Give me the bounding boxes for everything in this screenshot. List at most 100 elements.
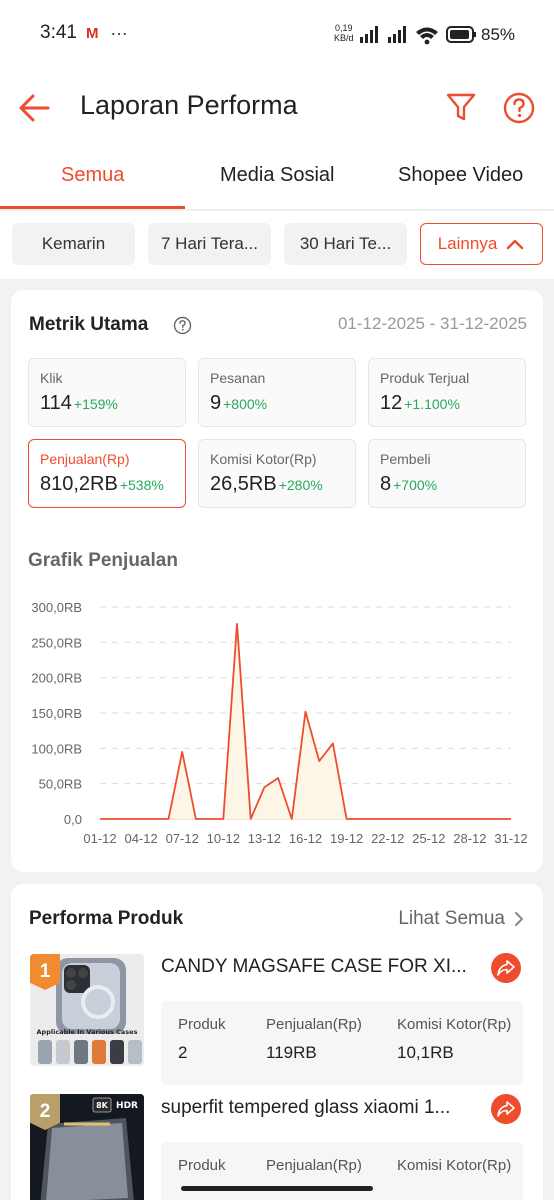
wifi-icon xyxy=(416,27,438,45)
battery-icon xyxy=(446,26,476,43)
x-tick-label: 04-12 xyxy=(124,831,157,846)
chip-30-hari[interactable]: 30 Hari Te... xyxy=(284,223,407,265)
chip-lainnya[interactable]: Lainnya xyxy=(420,223,543,265)
see-all-link[interactable]: Lihat Semua xyxy=(398,908,527,930)
rank-badge: 2 xyxy=(30,1094,60,1130)
metric-label: Klik xyxy=(40,370,63,386)
chip-lainnya-label: Lainnya xyxy=(437,234,498,253)
battery-percentage: 85% xyxy=(481,25,516,44)
stat-label-produk: Produk xyxy=(178,1016,226,1033)
metric-value: 8 xyxy=(380,473,392,495)
metric-change: +538% xyxy=(119,477,164,493)
metrics-card: Metrik Utama 01-12-2025 - 31-12-2025 Kli… xyxy=(11,290,543,872)
gmail-icon: M xyxy=(86,25,99,42)
metric-value-row: 12 +1.100% xyxy=(380,392,460,415)
date-range: 01-12-2025 - 31-12-2025 xyxy=(337,314,527,333)
product-name[interactable]: CANDY MAGSAFE CASE FOR XI... xyxy=(161,956,473,978)
x-tick-label: 16-12 xyxy=(289,831,322,846)
stat-label-komisi: Komisi Kotor(Rp) xyxy=(397,1016,512,1033)
metric-label: Pesanan xyxy=(210,370,266,386)
stat-value-produk: 2 xyxy=(178,1043,188,1062)
metric-value: 26,5RB xyxy=(210,473,277,495)
x-tick-label: 25-12 xyxy=(412,831,445,846)
see-all-label: Lihat Semua xyxy=(398,908,505,929)
metric-change: +700% xyxy=(393,477,438,493)
share-button[interactable] xyxy=(491,1094,521,1124)
share-icon xyxy=(497,1101,515,1117)
metrics-title: Metrik Utama xyxy=(29,314,149,335)
x-tick-label: 01-12 xyxy=(83,831,116,846)
product-performance-title: Performa Produk xyxy=(29,908,184,929)
metric-pembeli[interactable]: Pembeli 8 +700% xyxy=(368,439,526,508)
x-tick-label: 07-12 xyxy=(166,831,199,846)
signal-icon xyxy=(360,26,378,43)
help-icon[interactable] xyxy=(173,316,192,335)
signal-wifi-battery-icons xyxy=(360,26,476,45)
sales-chart: 0,0 50,0RB 100,0RB 150,0RB 200,0RB 250,0RB 300… xyxy=(31,600,527,846)
signal-2-icon xyxy=(388,26,406,43)
network-speed-value: 0,19 xyxy=(334,23,353,33)
series-area xyxy=(100,623,511,819)
metric-label: Komisi Kotor(Rp) xyxy=(210,451,317,467)
metric-change: +800% xyxy=(223,396,268,412)
chevron-up-icon xyxy=(507,239,524,250)
status-bar: 3:41 M … 0,19 KB/d 85% xyxy=(0,0,554,68)
metric-komisi-kotor[interactable]: Komisi Kotor(Rp) 26,5RB +280% xyxy=(198,439,356,508)
share-button[interactable] xyxy=(491,953,521,983)
metric-change: +159% xyxy=(73,396,118,412)
product-image[interactable]: Applicable In Various Cases 1 xyxy=(30,954,144,1066)
tab-bar: Semua Media Sosial Shopee Video xyxy=(0,148,554,210)
y-tick-label: 0,0 xyxy=(64,812,82,827)
chip-7-hari[interactable]: 7 Hari Tera... xyxy=(148,223,271,265)
product-stats: Produk Penjualan(Rp) Komisi Kotor(Rp) xyxy=(161,1142,523,1200)
tab-semua[interactable]: Semua xyxy=(61,164,124,187)
metric-change: +280% xyxy=(278,477,323,493)
metric-value: 114 xyxy=(40,392,72,414)
stat-value-penjualan: 119RB xyxy=(266,1043,317,1062)
x-tick-label: 28-12 xyxy=(453,831,486,846)
home-indicator[interactable] xyxy=(181,1186,373,1191)
metric-value-row: 114 +159% xyxy=(40,392,118,415)
tab-shopee-video[interactable]: Shopee Video xyxy=(398,164,523,187)
product-performance-card: Performa Produk Lihat Semua Applicable I… xyxy=(11,884,543,1200)
help-icon xyxy=(503,92,535,124)
metric-pesanan[interactable]: Pesanan 9 +800% xyxy=(198,358,356,427)
stat-label-produk: Produk xyxy=(178,1157,226,1174)
x-tick-label: 19-12 xyxy=(330,831,363,846)
product-image[interactable]: 8K HDR 2 xyxy=(30,1094,144,1200)
metric-value-row: 810,2RB +538% xyxy=(40,473,164,496)
help-button[interactable] xyxy=(502,91,536,125)
image-caption: Applicable In Various Cases xyxy=(37,1028,138,1036)
chart-title: Grafik Penjualan xyxy=(28,550,178,571)
network-speed: 0,19 KB/d xyxy=(334,23,354,43)
metric-label: Pembeli xyxy=(380,451,431,467)
chip-kemarin[interactable]: Kemarin xyxy=(12,223,135,265)
filter-icon xyxy=(446,93,476,121)
status-time: 3:41 xyxy=(40,22,77,43)
share-icon xyxy=(497,960,515,976)
y-tick-label: 100,0RB xyxy=(31,741,82,756)
y-tick-label: 300,0RB xyxy=(31,600,82,615)
page-title: Laporan Performa xyxy=(80,90,298,120)
metric-label: Penjualan(Rp) xyxy=(40,451,130,467)
metric-value-row: 9 +800% xyxy=(210,392,267,415)
network-speed-unit: KB/d xyxy=(334,33,354,43)
product-name[interactable]: superfit tempered glass xiaomi 1... xyxy=(161,1097,473,1119)
product-stats: Produk Penjualan(Rp) Komisi Kotor(Rp) 2 … xyxy=(161,1001,523,1085)
back-button[interactable] xyxy=(16,90,52,126)
tab-media-sosial[interactable]: Media Sosial xyxy=(220,164,335,187)
metric-value: 9 xyxy=(210,392,222,414)
metric-klik[interactable]: Klik 114 +159% xyxy=(28,358,186,427)
stat-value-komisi: 10,1RB xyxy=(397,1043,454,1062)
x-tick-label: 13-12 xyxy=(248,831,281,846)
metric-value-row: 8 +700% xyxy=(380,473,437,496)
filter-button[interactable] xyxy=(444,90,478,124)
metric-change: +1.100% xyxy=(404,396,460,412)
active-tab-indicator xyxy=(0,206,185,209)
stat-label-penjualan: Penjualan(Rp) xyxy=(266,1157,362,1174)
back-arrow-icon xyxy=(19,94,50,122)
metric-penjualan[interactable]: Penjualan(Rp) 810,2RB +538% xyxy=(28,439,186,508)
y-tick-label: 200,0RB xyxy=(31,671,82,686)
x-tick-label: 10-12 xyxy=(207,831,240,846)
metric-produk-terjual[interactable]: Produk Terjual 12 +1.100% xyxy=(368,358,526,427)
